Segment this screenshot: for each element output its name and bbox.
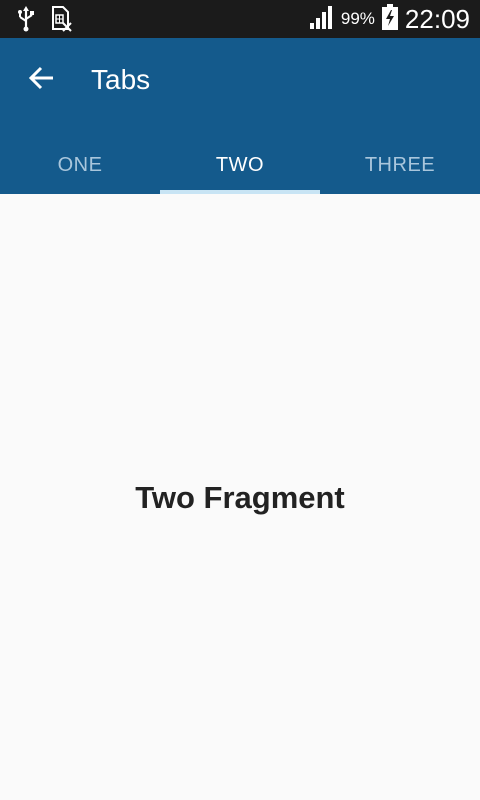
tab-one[interactable]: ONE — [0, 134, 160, 194]
fragment-text: Two Fragment — [135, 480, 345, 515]
status-bar: 99% 22:09 — [0, 0, 480, 38]
tab-one-label: ONE — [57, 153, 103, 176]
tab-bar: ONE TWO THREE — [0, 134, 480, 194]
status-bar-system: 99% 22:09 — [309, 3, 470, 35]
tab-three[interactable]: THREE — [320, 134, 480, 194]
arrow-back-icon — [28, 64, 56, 97]
status-bar-notifications — [16, 6, 72, 37]
tab-three-label: THREE — [364, 153, 436, 176]
battery-percent: 99% — [340, 9, 375, 28]
clock: 22:09 — [404, 3, 470, 34]
sim-card-error-icon — [50, 6, 72, 37]
battery-charging-icon — [381, 3, 399, 35]
fragment-content: Two Fragment — [0, 194, 480, 800]
app-bar: Tabs ONE TWO THREE — [0, 38, 480, 194]
page-title: Tabs — [91, 64, 151, 95]
back-button[interactable] — [24, 62, 60, 98]
tab-two-label: TWO — [215, 153, 265, 176]
usb-icon — [16, 6, 36, 37]
tab-two[interactable]: TWO — [160, 134, 320, 194]
signal-icon — [309, 5, 335, 34]
